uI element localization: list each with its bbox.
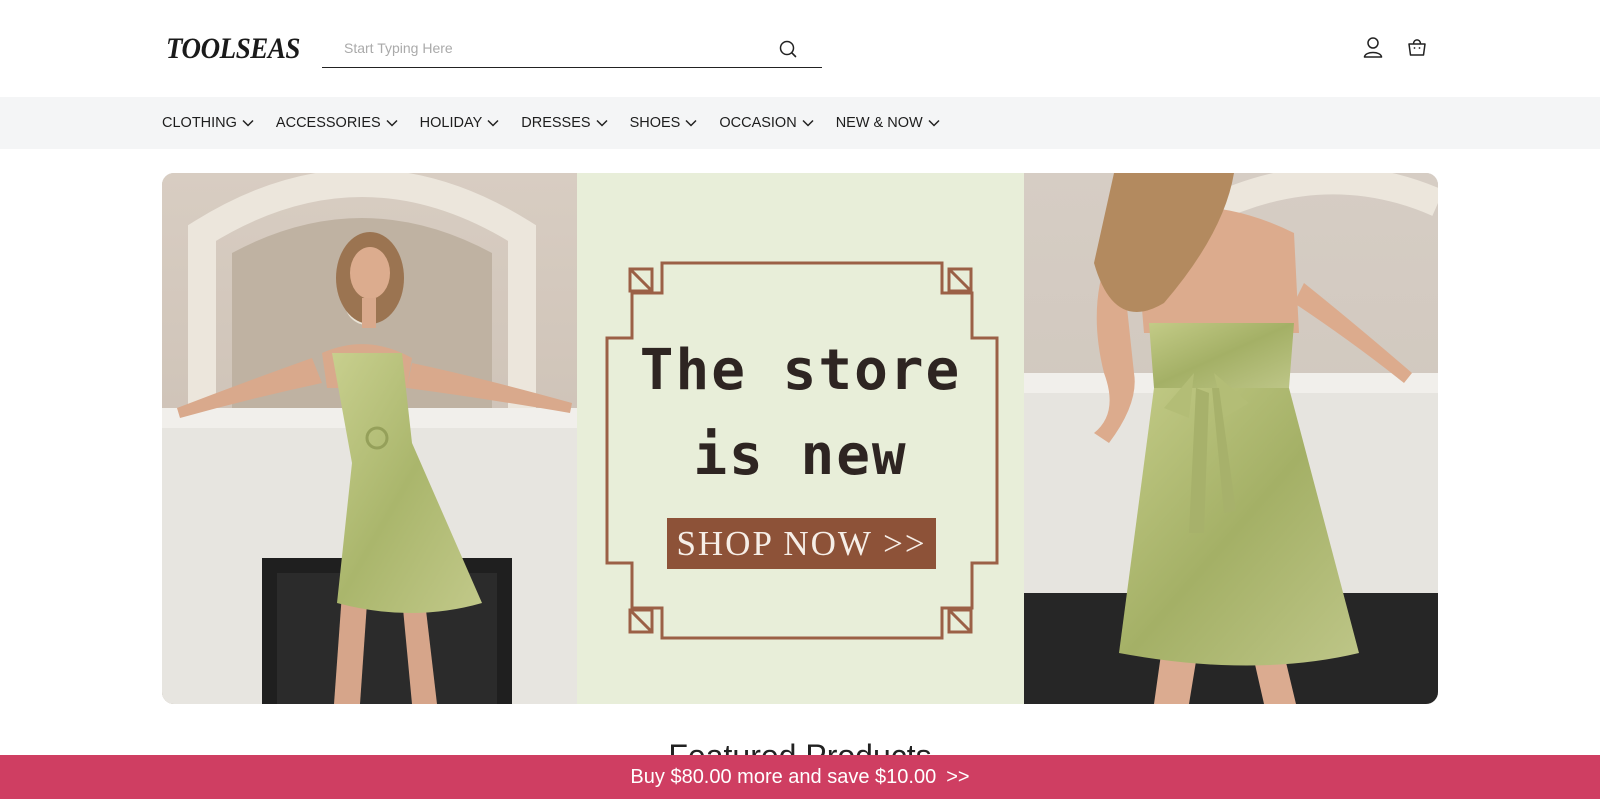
nav-item-shoes[interactable]: SHOES [630, 115, 698, 131]
chevron-down-icon [596, 119, 608, 127]
chevron-down-icon [928, 119, 940, 127]
model-photo-front [162, 173, 577, 704]
chevron-down-icon [242, 119, 254, 127]
nav-item-label: OCCASION [719, 115, 797, 131]
shop-now-button[interactable]: SHOP NOW >> [667, 518, 936, 569]
nav-item-label: HOLIDAY [419, 115, 483, 131]
site-logo[interactable]: TOOLSEAS [166, 32, 300, 66]
nav-item-label: DRESSES [521, 115, 591, 131]
chevron-down-icon [487, 119, 499, 127]
banner-headline-line1: The store [639, 338, 962, 403]
banner-headline-line2: is new [693, 423, 908, 488]
nav-item-label: ACCESSORIES [275, 115, 381, 131]
nav-item-label: NEW & NOW [835, 115, 923, 131]
chevron-down-icon [386, 119, 398, 127]
promo-text: Buy $80.00 more and save $10.00 [630, 765, 937, 788]
nav-item-clothing[interactable]: CLOTHING [162, 115, 254, 131]
main-nav: CLOTHING ACCESSORIES HOLIDAY DRESSES SHOES OC… [0, 97, 1600, 149]
nav-item-dresses[interactable]: DRESSES [521, 115, 608, 131]
user-icon[interactable] [1362, 36, 1384, 58]
search-icon[interactable] [778, 39, 798, 59]
nav-item-new-now[interactable]: NEW & NOW [836, 115, 940, 131]
nav-item-label: CLOTHING [162, 115, 237, 131]
shopping-bag-icon[interactable] [1406, 36, 1428, 58]
nav-item-occasion[interactable]: OCCASION [719, 115, 814, 131]
promo-panel: The store is new SHOP NOW >> [577, 173, 1024, 704]
site-header: TOOLSEAS [0, 0, 1600, 97]
nav-item-accessories[interactable]: ACCESSORIES [276, 115, 398, 131]
hero-banner[interactable]: The store is new SHOP NOW >> [162, 173, 1438, 704]
nav-item-label: SHOES [629, 115, 681, 131]
chevron-down-icon [685, 119, 697, 127]
nav-item-holiday[interactable]: HOLIDAY [420, 115, 500, 131]
search-bar [322, 30, 822, 68]
promo-arrows: >> [946, 765, 970, 788]
search-input[interactable] [322, 30, 772, 66]
model-photo-back [1024, 173, 1438, 704]
promo-bar[interactable]: Buy $80.00 more and save $10.00 >> [0, 755, 1600, 799]
chevron-down-icon [802, 119, 814, 127]
